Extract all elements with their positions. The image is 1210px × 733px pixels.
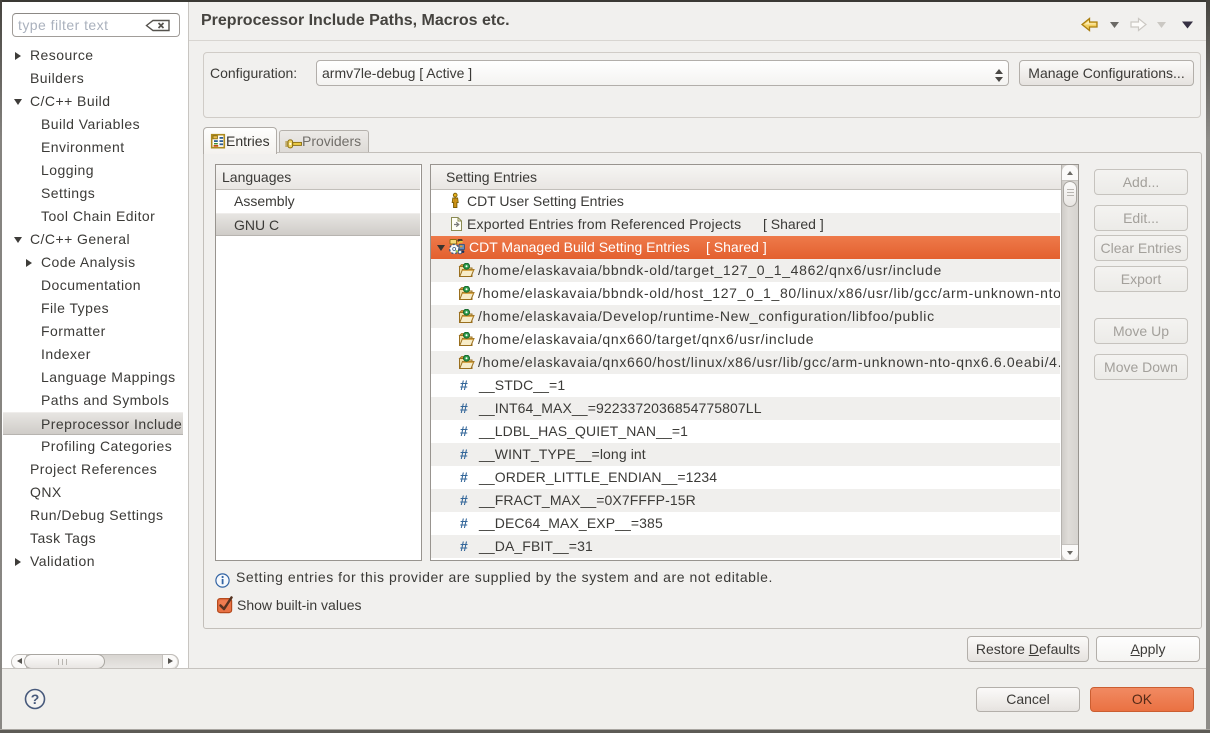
svg-text:?: ? bbox=[31, 691, 40, 707]
